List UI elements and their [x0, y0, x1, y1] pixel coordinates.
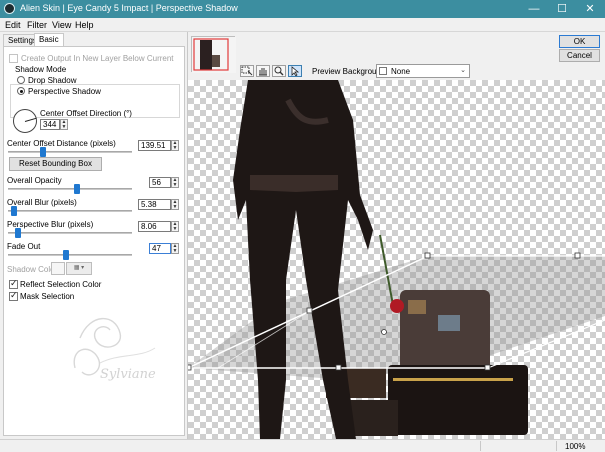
fade-out-spinner[interactable]: ▲ ▼	[171, 243, 179, 254]
reflect-selection-color-checkbox[interactable]	[9, 278, 18, 289]
shadow-color-dropdown[interactable]: ▦ ▾	[66, 262, 92, 275]
handle-top-left[interactable]	[424, 252, 431, 259]
status-divider-2	[556, 441, 557, 451]
suitcase-sticker-2	[438, 315, 460, 331]
menu-edit[interactable]: Edit	[5, 20, 21, 30]
rose-bloom	[390, 299, 404, 313]
menu-filter[interactable]: Filter	[27, 20, 47, 30]
preview-image	[188, 80, 605, 439]
suitcase-trim	[393, 378, 513, 381]
settings-panel: Settings Basic Create Output In New Laye…	[0, 32, 188, 439]
eye-candy-window: Alien Skin | Eye Candy 5 Impact | Perspe…	[0, 0, 605, 452]
mask-selection-checkbox[interactable]	[9, 290, 18, 301]
watermark-swirl	[79, 317, 121, 348]
menu-bar: Edit Filter View Help	[0, 18, 605, 32]
handle-base-mid[interactable]	[335, 364, 342, 371]
suitcase-sticker-1	[408, 300, 426, 314]
select-box-tool[interactable]	[240, 65, 254, 77]
hand-tool[interactable]	[256, 65, 270, 77]
distance-slider-thumb[interactable]	[39, 147, 46, 157]
shadow-color-label: Shadow Color	[7, 265, 58, 274]
title-bar: Alien Skin | Eye Candy 5 Impact | Perspe…	[0, 0, 605, 18]
reset-bounding-box-button[interactable]: Reset Bounding Box	[9, 157, 102, 171]
preview-area: Preview Background: None ⌄	[188, 32, 605, 439]
watermark-flourish	[99, 347, 156, 364]
overall-blur-slider-thumb[interactable]	[11, 206, 18, 216]
ok-button[interactable]: OK	[559, 35, 600, 48]
thumbnail-image	[192, 37, 236, 73]
status-divider	[480, 441, 481, 451]
perspective-shadow-label: Perspective Shadow	[28, 87, 101, 96]
close-button[interactable]: ✕	[576, 0, 604, 18]
menu-view[interactable]: View	[52, 20, 71, 30]
pointer-tool[interactable]	[288, 65, 302, 77]
select-box-icon	[241, 66, 253, 76]
create-output-label: Create Output In New Layer Below Current	[21, 54, 174, 63]
create-output-checkbox[interactable]	[9, 54, 18, 63]
preview-background-value: None	[391, 67, 411, 76]
fade-out-slider[interactable]	[8, 254, 132, 256]
preview-canvas[interactable]	[188, 80, 605, 439]
perspective-blur-slider[interactable]	[8, 232, 132, 234]
overall-blur-spinner[interactable]: ▲ ▼	[171, 199, 179, 210]
fade-out-slider-thumb[interactable]	[63, 250, 70, 260]
drop-shadow-label: Drop Shadow	[28, 76, 77, 85]
distance-slider[interactable]	[8, 151, 132, 153]
direction-dial[interactable]	[13, 109, 37, 133]
status-bar: 100%	[0, 439, 605, 452]
direction-spinner[interactable]: ▲ ▼	[60, 119, 68, 130]
opacity-slider[interactable]	[8, 188, 132, 190]
fade-out-label: Fade Out	[7, 242, 41, 251]
cancel-button[interactable]: Cancel	[559, 49, 600, 62]
fade-out-input[interactable]: 47	[149, 243, 171, 254]
handle-base-right[interactable]	[484, 364, 491, 371]
center-handle[interactable]	[381, 329, 387, 335]
pointer-icon	[291, 66, 300, 77]
handle-left[interactable]	[188, 364, 192, 371]
distance-input[interactable]: 139.51	[138, 140, 171, 151]
overall-blur-label: Overall Blur (pixels)	[7, 198, 77, 207]
minimize-button[interactable]: —	[520, 0, 548, 18]
opacity-spinner[interactable]: ▲ ▼	[171, 177, 179, 188]
dial-hand	[24, 117, 37, 122]
distance-spinner[interactable]: ▲ ▼	[171, 140, 179, 151]
maximize-button[interactable]: ☐	[548, 0, 576, 18]
zoom-level: 100%	[565, 442, 586, 451]
chevron-down-icon: ⌄	[460, 67, 466, 74]
menu-help[interactable]: Help	[75, 20, 94, 30]
watermark-swirl-2	[73, 348, 101, 376]
handle-mid-left[interactable]	[306, 307, 313, 314]
reflect-selection-color-label: Reflect Selection Color	[20, 280, 102, 289]
suitcase-bottom	[388, 365, 528, 435]
opacity-input[interactable]: 56	[149, 177, 171, 188]
window-title: Alien Skin | Eye Candy 5 Impact | Perspe…	[20, 3, 238, 13]
zoom-tool[interactable]	[272, 65, 286, 77]
zoom-icon	[274, 66, 284, 76]
direction-input[interactable]: 344	[40, 119, 60, 130]
background-swatch	[379, 67, 387, 75]
app-icon	[4, 3, 15, 14]
preview-background-select[interactable]: None ⌄	[376, 64, 470, 78]
perspective-blur-input[interactable]: 8.06	[138, 221, 171, 232]
watermark-text: Sylviane	[100, 367, 156, 382]
hand-icon	[259, 68, 267, 76]
stocking-top	[250, 175, 338, 192]
perspective-shadow-radio[interactable]	[17, 87, 25, 95]
opacity-slider-thumb[interactable]	[74, 184, 81, 194]
shadow-mode-title: Shadow Mode	[13, 65, 69, 74]
navigator-thumbnail[interactable]	[191, 36, 236, 73]
handle-top-right[interactable]	[574, 252, 581, 259]
tab-basic[interactable]: Basic	[34, 33, 64, 46]
sylviane-watermark: Sylviane	[73, 317, 156, 382]
shadow-color-swatch[interactable]	[51, 262, 65, 275]
drop-shadow-radio[interactable]	[17, 76, 25, 84]
perspective-blur-spinner[interactable]: ▲ ▼	[171, 221, 179, 232]
opacity-label: Overall Opacity	[7, 176, 62, 185]
perspective-blur-slider-thumb[interactable]	[14, 228, 21, 238]
overall-blur-slider[interactable]	[8, 210, 132, 212]
overall-blur-input[interactable]: 5.38	[138, 199, 171, 210]
mask-selection-label: Mask Selection	[20, 292, 75, 301]
direction-label: Center Offset Direction (°)	[40, 109, 132, 118]
distance-label: Center Offset Distance (pixels)	[7, 139, 116, 148]
